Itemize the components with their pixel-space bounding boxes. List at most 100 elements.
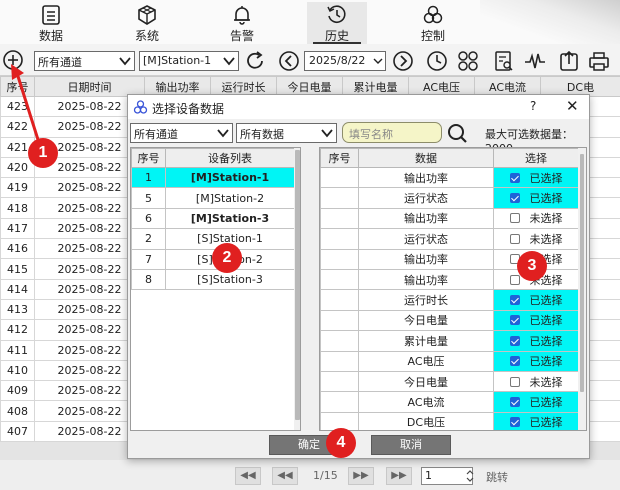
nav-item-history[interactable]: 历史	[307, 2, 367, 44]
next-date-icon[interactable]	[392, 50, 414, 72]
nav-item-control[interactable]: 控制	[403, 2, 463, 44]
channel-select[interactable]: 所有通道	[34, 51, 135, 71]
data-item-row[interactable]: 输出功率 已选择	[320, 166, 579, 189]
search-icon[interactable]	[446, 122, 468, 144]
chevron-down-icon	[321, 129, 333, 138]
scrollbar-thumb[interactable]	[295, 150, 300, 420]
dialog-channel-select[interactable]: 所有通道	[130, 123, 233, 143]
data-item-select-cell[interactable]: 已选择	[493, 350, 579, 372]
select-checkbox[interactable]	[509, 335, 520, 346]
prev-page-button[interactable]: ◀◀	[272, 467, 298, 485]
next-page-button[interactable]: ▶▶	[348, 467, 374, 485]
data-item-select-cell[interactable]: 已选择	[493, 166, 579, 189]
data-item-select-cell[interactable]: 已选择	[493, 309, 579, 332]
data-item-select-cell[interactable]: 已选择	[493, 187, 579, 209]
data-item-row[interactable]: 运行时长 已选择	[320, 289, 579, 311]
printer-icon[interactable]	[588, 50, 610, 72]
name-search-input[interactable]: 填写名称	[342, 122, 442, 143]
data-item-row[interactable]: AC电压 已选择	[320, 350, 579, 372]
scrollbar-thumb[interactable]	[580, 154, 584, 392]
device-id: 5	[131, 187, 166, 209]
select-checkbox[interactable]	[509, 295, 520, 306]
refresh-icon[interactable]	[244, 50, 266, 72]
cancel-button[interactable]: 取消	[371, 435, 451, 455]
data-filter-select[interactable]: 所有数据	[236, 123, 337, 143]
select-checkbox[interactable]	[509, 417, 520, 428]
data-item-select-cell[interactable]: 已选择	[493, 391, 579, 413]
device-row[interactable]: 6 [M]Station-3	[131, 207, 295, 230]
empty-row	[131, 330, 295, 352]
data-item-select-cell[interactable]: 未选择	[493, 370, 579, 393]
last-page-button[interactable]: ▶▶	[386, 467, 412, 485]
table-cell: 414	[0, 278, 35, 300]
select-checkbox[interactable]	[509, 315, 520, 326]
device-id: 8	[131, 268, 166, 291]
first-page-button[interactable]: ◀◀	[235, 467, 261, 485]
select-checkbox[interactable]	[509, 376, 520, 387]
data-item-row[interactable]: DC电压 已选择	[320, 411, 579, 430]
data-item-name: AC电压	[358, 350, 494, 372]
device-list-panel: 序号 设备列表 1 [M]Station-1 5 [M]Station-2 6 [M]St…	[130, 147, 301, 431]
data-item-select-cell[interactable]: 未选择	[493, 228, 579, 250]
history-toolbar: 所有通道 [M]Station-1 2025/8/22	[0, 44, 620, 76]
nav-label: 数据	[38, 29, 63, 43]
date-picker[interactable]: 2025/8/22	[304, 51, 386, 71]
grid-select-icon[interactable]	[457, 50, 479, 72]
device-row[interactable]: 1 [M]Station-1	[131, 166, 295, 189]
data-item-row[interactable]: AC电流 已选择	[320, 391, 579, 413]
select-checkbox[interactable]	[509, 274, 520, 285]
data-item-row[interactable]: 运行状态 已选择	[320, 187, 579, 209]
station-select[interactable]: [M]Station-1	[139, 51, 239, 71]
data-filter-value: 所有数据	[240, 128, 284, 141]
close-icon[interactable]: ✕	[566, 97, 579, 115]
table-cell: 410	[0, 359, 35, 382]
history-clock-icon	[327, 5, 346, 23]
time-clock-icon[interactable]	[426, 50, 448, 72]
device-row[interactable]: 8 [S]Station-3	[131, 268, 295, 291]
step-badge-1: 1	[28, 138, 58, 168]
nav-item-data[interactable]: 数据	[21, 2, 81, 44]
data-item-id	[320, 289, 359, 311]
data-item-row[interactable]: 累计电量 已选择	[320, 330, 579, 352]
device-row[interactable]: 2 [S]Station-1	[131, 228, 295, 250]
page-stepper-icon[interactable]	[465, 467, 475, 485]
waveform-icon[interactable]	[524, 50, 546, 72]
data-item-row[interactable]: 运行状态 未选择	[320, 228, 579, 250]
data-search-icon[interactable]	[493, 50, 515, 72]
device-name: [M]Station-1	[165, 166, 295, 189]
select-checkbox[interactable]	[509, 233, 520, 244]
prev-date-icon[interactable]	[278, 50, 300, 72]
data-item-name: 运行状态	[358, 228, 494, 250]
nav-item-alarm[interactable]: 告警	[212, 2, 272, 44]
select-checkbox[interactable]	[509, 193, 520, 204]
jump-button[interactable]: 跳转	[486, 469, 508, 485]
data-scrollbar[interactable]	[578, 148, 586, 430]
data-item-select-cell[interactable]: 已选择	[493, 289, 579, 311]
select-checkbox[interactable]	[509, 396, 520, 407]
data-item-name: 输出功率	[358, 207, 494, 230]
app-logo-icon	[133, 100, 148, 114]
device-scrollbar[interactable]	[294, 148, 300, 430]
data-item-row[interactable]: 今日电量 未选择	[320, 370, 579, 393]
empty-row	[131, 391, 295, 413]
data-item-row[interactable]: 输出功率 未选择	[320, 207, 579, 230]
empty-cell	[165, 370, 295, 393]
data-item-select-cell[interactable]: 已选择	[493, 330, 579, 352]
data-item-row[interactable]: 今日电量 已选择	[320, 309, 579, 332]
empty-row	[131, 289, 295, 311]
select-state-label: 已选择	[529, 294, 563, 308]
data-item-select-cell[interactable]: 已选择	[493, 411, 579, 430]
export-icon[interactable]	[558, 50, 580, 72]
table-cell: 409	[0, 380, 35, 402]
nav-item-system[interactable]: 系统	[117, 2, 177, 44]
select-state-label: 已选择	[529, 395, 563, 409]
nav-label: 告警	[229, 29, 254, 43]
empty-cell	[131, 330, 166, 352]
column-header: 设备列表	[165, 148, 295, 168]
help-button[interactable]: ?	[530, 99, 536, 113]
select-checkbox[interactable]	[509, 356, 520, 367]
select-checkbox[interactable]	[509, 172, 520, 183]
device-row[interactable]: 5 [M]Station-2	[131, 187, 295, 209]
data-item-select-cell[interactable]: 未选择	[493, 207, 579, 230]
select-checkbox[interactable]	[509, 213, 520, 224]
